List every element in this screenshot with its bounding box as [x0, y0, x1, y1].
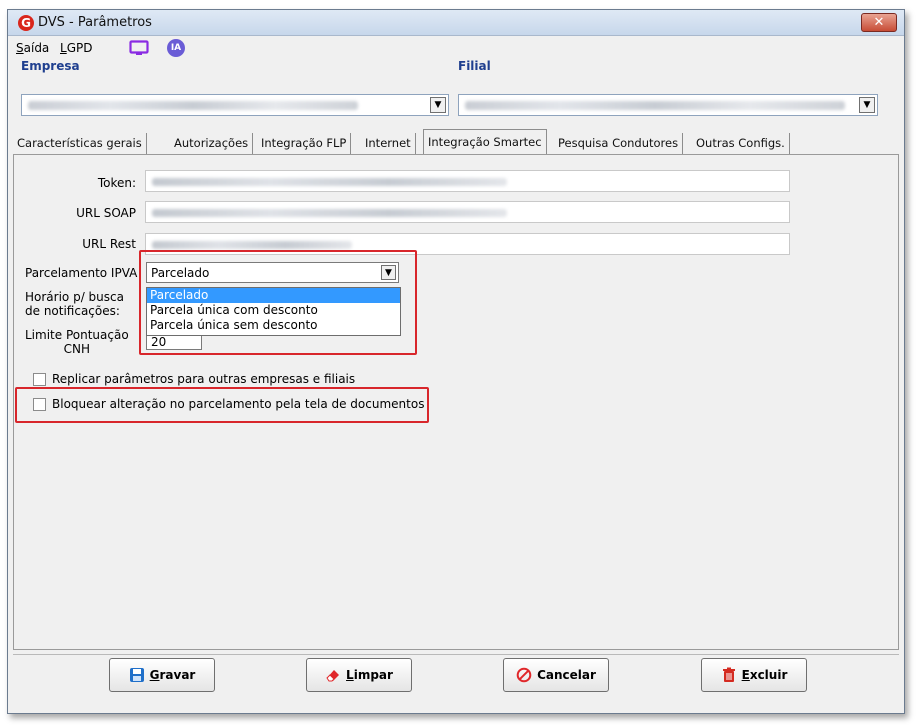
token-label: Token:: [97, 176, 136, 190]
empresa-label: Empresa: [21, 59, 80, 73]
parameters-window: G DVS - Parâmetros ✕ Saída LGPD IA Empre…: [7, 9, 905, 714]
limpar-label: Limpar: [346, 668, 393, 682]
cancelar-button[interactable]: Cancelar: [503, 658, 609, 692]
save-icon: [129, 668, 144, 682]
url-soap-input[interactable]: [145, 201, 790, 223]
highlight-box-parcelamento: [139, 250, 417, 355]
window-title: DVS - Parâmetros: [38, 15, 152, 30]
monitor-icon[interactable]: [129, 40, 149, 56]
empresa-value-redacted: [28, 101, 358, 110]
gravar-button[interactable]: Gravar: [109, 658, 215, 692]
replicar-checkbox[interactable]: [33, 373, 46, 386]
tab-internet[interactable]: Internet: [361, 133, 416, 154]
tab-caracteristicas-gerais[interactable]: Características gerais: [13, 133, 147, 154]
ia-assistant-icon[interactable]: IA: [167, 39, 185, 57]
filial-value-redacted: [465, 101, 845, 110]
cancelar-label: Cancelar: [537, 668, 596, 682]
chevron-down-icon[interactable]: ▼: [859, 97, 875, 113]
eraser-icon: [326, 670, 340, 682]
tab-autorizacoes[interactable]: Autorizações: [170, 133, 254, 154]
parcelamento-label: Parcelamento IPVA: [25, 266, 138, 280]
token-input[interactable]: [145, 170, 790, 192]
chevron-down-icon[interactable]: ▼: [430, 97, 446, 113]
url-rest-label: URL Rest: [82, 237, 136, 251]
excluir-button[interactable]: Excluir: [701, 658, 807, 692]
url-rest-value-redacted: [152, 241, 352, 249]
replicar-label[interactable]: Replicar parâmetros para outras empresas…: [52, 372, 355, 386]
menu-item-saida[interactable]: Saída: [16, 41, 49, 55]
footer-divider: [13, 654, 899, 655]
menu-item-lgpd[interactable]: LGPD: [60, 41, 92, 55]
limite-pontuacao-label: Limite Pontuação CNH: [25, 328, 129, 356]
title-bar: G DVS - Parâmetros ✕: [8, 10, 904, 36]
menu-bar: Saída LGPD IA: [8, 37, 904, 59]
limpar-button[interactable]: Limpar: [306, 658, 412, 692]
empresa-select[interactable]: ▼: [21, 94, 449, 116]
app-logo-icon: G: [18, 15, 34, 31]
close-button[interactable]: ✕: [861, 13, 897, 32]
gravar-label: Gravar: [149, 668, 196, 682]
tab-integracao-smartec[interactable]: Integração Smartec: [423, 129, 547, 155]
cancel-icon: [516, 667, 532, 683]
highlight-box-bloquear: [15, 387, 429, 423]
url-soap-label: URL SOAP: [76, 206, 136, 220]
trash-icon: [722, 667, 735, 682]
tab-pesquisa-condutores[interactable]: Pesquisa Condutores: [554, 133, 684, 154]
tab-integracao-flp[interactable]: Integração FLP: [257, 133, 352, 154]
horario-label: Horário p/ busca de notificações:: [25, 290, 124, 318]
excluir-label: Excluir: [741, 668, 788, 682]
url-soap-value-redacted: [152, 209, 507, 217]
filial-select[interactable]: ▼: [458, 94, 878, 116]
tab-outras-configs[interactable]: Outras Configs.: [692, 133, 790, 154]
token-value-redacted: [152, 178, 507, 186]
filial-label: Filial: [458, 59, 491, 73]
